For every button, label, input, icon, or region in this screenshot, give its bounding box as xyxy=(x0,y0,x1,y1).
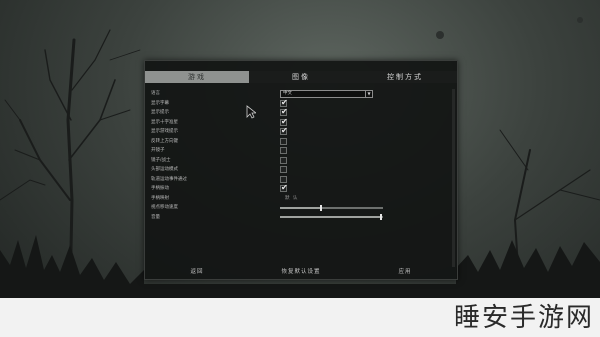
invert-up-checkbox[interactable] xyxy=(280,137,287,145)
site-watermark: 睡安手游网 xyxy=(453,303,594,333)
setting-vibration: 手柄振动 ✔ xyxy=(151,183,451,194)
reset-defaults-button[interactable]: 恢复默认设置 xyxy=(249,267,353,277)
watermark-band: 睡安手游网 xyxy=(0,298,600,337)
tab-game[interactable]: 游戏 xyxy=(145,71,249,83)
setting-track-events: 轨道运动事件通过 xyxy=(151,175,451,185)
language-value: 中文 xyxy=(283,90,292,96)
checkmark-icon: ✔ xyxy=(281,126,288,135)
setting-mirror: 开镜子 xyxy=(151,146,451,156)
setting-label: 手柄振动 xyxy=(151,186,169,191)
setting-label: 手柄映射 xyxy=(151,195,169,201)
tab-bar: 游戏 图像 控制方式 xyxy=(145,71,457,83)
setting-invert-up: 反转上方向键 xyxy=(151,137,451,147)
game-tips-checkbox[interactable]: ✔ xyxy=(280,126,288,135)
mouse-cursor-icon xyxy=(246,105,256,119)
tab-graphics[interactable]: 图像 xyxy=(249,71,353,83)
slider-handle[interactable] xyxy=(320,204,323,211)
setting-label: 显示提示 xyxy=(151,110,169,115)
slider-handle[interactable] xyxy=(379,214,382,220)
setting-head-motion: 头部运动模式 xyxy=(151,165,451,175)
scrollbar[interactable] xyxy=(452,89,455,267)
checkmark-icon: ✔ xyxy=(281,116,288,126)
settings-panel: 游戏 图像 控制方式 语言 中文 ▼ 显示字幕 ✔ 显示提示 ✔ 显示十字准星 … xyxy=(144,60,458,280)
setting-label: 视点移动速度 xyxy=(151,205,178,210)
tab-controls[interactable]: 控制方式 xyxy=(353,71,457,83)
setting-language: 语言 中文 ▼ xyxy=(151,89,451,99)
chevron-down-icon[interactable]: ▼ xyxy=(365,90,372,97)
apply-button[interactable]: 应用 xyxy=(353,267,457,277)
controller-mapping-value[interactable]: 默 认 xyxy=(285,194,298,203)
slider-fill xyxy=(280,216,381,218)
vibration-checkbox[interactable]: ✔ xyxy=(280,183,288,192)
checkmark-icon: ✔ xyxy=(281,97,288,107)
setting-look-speed: 视点移动速度 xyxy=(151,203,451,213)
volume-slider[interactable] xyxy=(280,214,383,220)
setting-label: 音量 xyxy=(151,214,160,220)
setting-mirror-warrior: 镜子/战士 xyxy=(151,156,451,166)
setting-label: 轨道运动事件通过 xyxy=(151,176,187,182)
head-motion-checkbox[interactable] xyxy=(280,166,287,173)
setting-label: 头部运动模式 xyxy=(151,167,178,172)
setting-hints: 显示提示 ✔ xyxy=(151,107,451,118)
setting-volume: 音量 xyxy=(151,213,451,223)
language-select[interactable]: 中文 ▼ xyxy=(280,89,373,98)
crosshair-checkbox[interactable]: ✔ xyxy=(280,116,288,126)
track-events-checkbox[interactable] xyxy=(280,175,287,183)
setting-game-tips: 显示游戏提示 ✔ xyxy=(151,126,451,137)
checkmark-icon: ✔ xyxy=(281,107,288,116)
back-button[interactable]: 返回 xyxy=(145,267,249,277)
subtitles-checkbox[interactable]: ✔ xyxy=(280,97,288,107)
setting-subtitles: 显示字幕 ✔ xyxy=(151,97,451,109)
settings-list: 语言 中文 ▼ 显示字幕 ✔ 显示提示 ✔ 显示十字准星 ✔ 显示游戏提示 ✔ … xyxy=(151,89,451,222)
look-speed-slider[interactable] xyxy=(280,204,383,211)
hints-checkbox[interactable]: ✔ xyxy=(280,107,288,116)
setting-label: 显示字幕 xyxy=(151,100,169,106)
mirror-checkbox[interactable] xyxy=(280,147,287,154)
setting-label: 镜子/战士 xyxy=(151,157,171,163)
setting-label: 显示游戏提示 xyxy=(151,129,178,134)
setting-label: 反转上方向键 xyxy=(151,138,178,144)
checkmark-icon: ✔ xyxy=(281,183,288,192)
setting-label: 显示十字准星 xyxy=(151,119,178,125)
slider-fill xyxy=(280,206,322,209)
setting-crosshair: 显示十字准星 ✔ xyxy=(151,116,451,128)
footer-bar: 返回 恢复默认设置 应用 xyxy=(145,267,457,277)
mirror-warrior-checkbox[interactable] xyxy=(280,156,287,164)
setting-controller-mapping: 手柄映射 默 认 xyxy=(151,194,451,204)
setting-label: 开镜子 xyxy=(151,148,165,153)
setting-label: 语言 xyxy=(151,91,160,96)
